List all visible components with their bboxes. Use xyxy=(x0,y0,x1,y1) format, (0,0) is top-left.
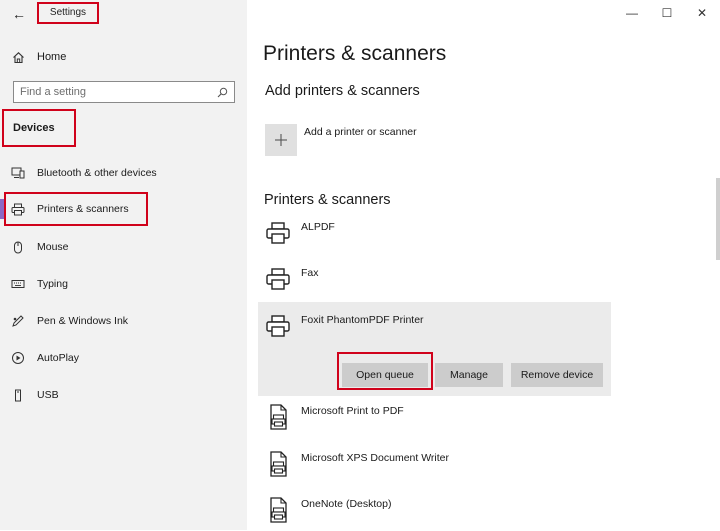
scrollbar-thumb[interactable] xyxy=(716,178,720,260)
sidebar: ← Settings Home Devices Bluetooth & othe… xyxy=(0,0,247,530)
printer-name: OneNote (Desktop) xyxy=(301,498,392,510)
search-box[interactable] xyxy=(13,81,235,103)
keyboard-icon xyxy=(10,276,26,292)
sidebar-item-label: Mouse xyxy=(37,241,69,253)
sidebar-item-label: Printers & scanners xyxy=(37,203,129,215)
section-header-devices: Devices xyxy=(2,109,76,147)
autoplay-icon xyxy=(10,350,26,366)
home-label: Home xyxy=(37,51,67,63)
remove-device-button[interactable]: Remove device xyxy=(511,363,603,387)
printer-icon xyxy=(264,218,292,248)
mouse-icon xyxy=(10,239,26,255)
sidebar-item-home[interactable]: Home xyxy=(10,47,66,67)
printer-item-fax[interactable]: Fax xyxy=(264,264,319,300)
plus-icon xyxy=(274,133,288,147)
pdf-printer-icon xyxy=(264,449,292,479)
printer-name: ALPDF xyxy=(301,221,335,233)
usb-icon xyxy=(10,387,26,403)
search-icon[interactable] xyxy=(217,87,228,98)
printer-name: Microsoft XPS Document Writer xyxy=(301,452,450,464)
printer-icon xyxy=(10,201,26,217)
sidebar-item-label: Pen & Windows Ink xyxy=(37,315,129,327)
add-printer-button[interactable] xyxy=(265,124,297,156)
manage-button[interactable]: Manage xyxy=(435,363,503,387)
printer-name: Microsoft Print to PDF xyxy=(301,405,404,417)
printer-item-microsoft-xps[interactable]: Microsoft XPS Document Writer xyxy=(264,449,449,485)
page-title: Printers & scanners xyxy=(263,42,447,65)
add-printer-label[interactable]: Add a printer or scanner xyxy=(304,126,417,138)
home-icon xyxy=(10,49,26,65)
printer-icon xyxy=(264,264,292,294)
sidebar-item-bluetooth[interactable]: Bluetooth & other devices xyxy=(10,162,157,184)
printer-item-onenote[interactable]: OneNote (Desktop) xyxy=(264,495,391,531)
pdf-printer-icon xyxy=(264,495,292,525)
bluetooth-devices-icon xyxy=(10,165,26,181)
close-button[interactable]: ✕ xyxy=(692,4,712,22)
printer-icon xyxy=(264,311,292,341)
window-title: Settings xyxy=(37,2,99,24)
sidebar-item-label: USB xyxy=(37,389,59,401)
sidebar-item-printers-scanners[interactable]: Printers & scanners xyxy=(10,198,129,220)
sidebar-item-label: Bluetooth & other devices xyxy=(37,167,157,179)
pen-icon xyxy=(10,313,26,329)
open-queue-highlight xyxy=(337,352,433,390)
pdf-printer-icon xyxy=(264,402,292,432)
add-section-title: Add printers & scanners xyxy=(265,83,420,99)
sidebar-item-label: Typing xyxy=(37,278,68,290)
back-button[interactable]: ← xyxy=(8,4,30,24)
printer-name: Fax xyxy=(301,267,319,279)
sidebar-item-label: AutoPlay xyxy=(37,352,80,364)
search-input[interactable] xyxy=(20,86,217,98)
sidebar-item-autoplay[interactable]: AutoPlay xyxy=(10,347,79,369)
maximize-button[interactable]: ☐ xyxy=(657,4,677,22)
printers-list-title: Printers & scanners xyxy=(264,192,391,208)
printer-name: Foxit PhantomPDF Printer xyxy=(301,314,424,326)
printer-item-alpdf[interactable]: ALPDF xyxy=(264,218,335,254)
sidebar-item-typing[interactable]: Typing xyxy=(10,273,68,295)
minimize-button[interactable]: — xyxy=(622,4,642,22)
printer-item-microsoft-print-to-pdf[interactable]: Microsoft Print to PDF xyxy=(264,402,404,438)
sidebar-item-usb[interactable]: USB xyxy=(10,384,59,406)
printer-item-foxit[interactable]: Foxit PhantomPDF Printer xyxy=(264,311,424,347)
back-arrow-icon: ← xyxy=(12,6,26,22)
sidebar-item-pen-windows-ink[interactable]: Pen & Windows Ink xyxy=(10,310,128,332)
sidebar-item-mouse[interactable]: Mouse xyxy=(10,236,69,258)
